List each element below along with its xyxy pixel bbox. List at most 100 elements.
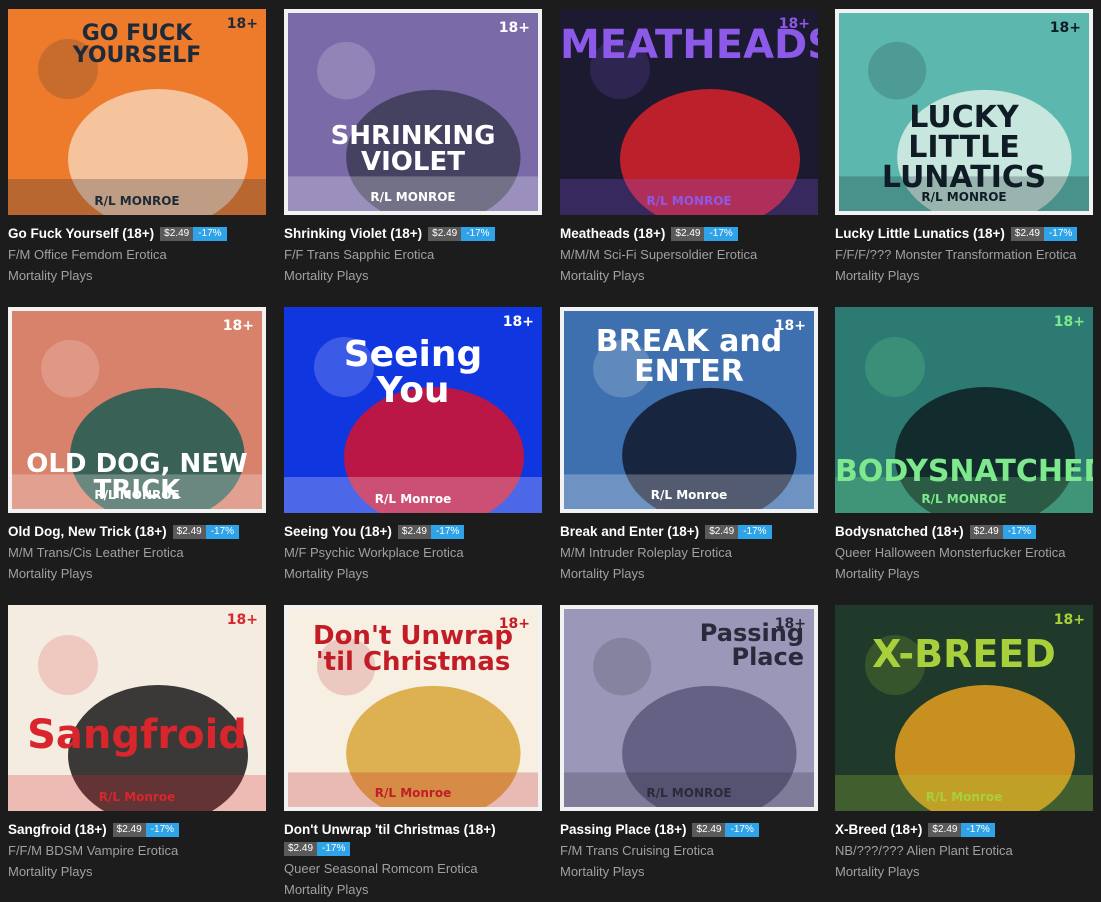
price: $2.49 bbox=[428, 227, 462, 241]
product-info: Shrinking Violet (18+) $2.49 -17% F/F Tr… bbox=[284, 226, 542, 284]
product-author[interactable]: Mortality Plays bbox=[835, 267, 1093, 284]
discount: -17% bbox=[193, 227, 227, 241]
cover-artwork bbox=[560, 39, 818, 215]
title-row: Old Dog, New Trick (18+) $2.49 -17% bbox=[8, 524, 266, 540]
product-card[interactable]: BODYSNATCHED R/L MONROE 18+ Bodysnatched (… bbox=[835, 307, 1093, 582]
product-author[interactable]: Mortality Plays bbox=[8, 863, 266, 880]
cover-image[interactable]: SHRINKING VIOLET R/L MONROE 18+ bbox=[284, 9, 542, 215]
discount: -17% bbox=[961, 823, 995, 837]
cover-image[interactable]: Sangfroid R/L Monroe 18+ bbox=[8, 605, 266, 811]
product-card[interactable]: X-BREED R/L Monroe 18+ X-Breed (18+) $2.49… bbox=[835, 605, 1093, 880]
price: $2.49 bbox=[705, 525, 739, 539]
product-title[interactable]: Seeing You (18+) bbox=[284, 524, 392, 540]
product-info: Old Dog, New Trick (18+) $2.49 -17% M/M … bbox=[8, 524, 266, 582]
title-row: Passing Place (18+) $2.49 -17% bbox=[560, 822, 818, 838]
product-info: Sangfroid (18+) $2.49 -17% F/F/M BDSM Va… bbox=[8, 822, 266, 880]
product-info: Meatheads (18+) $2.49 -17% M/M/M Sci-Fi … bbox=[560, 226, 818, 284]
price: $2.49 bbox=[172, 525, 206, 539]
product-description: F/F/F/??? Monster Transformation Erotica bbox=[835, 247, 1077, 262]
product-card[interactable]: Seeing You R/L Monroe 18+ Seeing You (18+)… bbox=[284, 307, 542, 582]
product-author[interactable]: Mortality Plays bbox=[8, 267, 266, 284]
title-row: Bodysnatched (18+) $2.49 -17% bbox=[835, 524, 1093, 540]
discount: -17% bbox=[1002, 525, 1037, 539]
product-author[interactable]: Mortality Plays bbox=[560, 863, 818, 880]
product-author[interactable]: Mortality Plays bbox=[835, 565, 1093, 582]
product-description: Queer Seasonal Romcom Erotica bbox=[284, 861, 478, 876]
cover-image[interactable]: BODYSNATCHED R/L MONROE 18+ bbox=[835, 307, 1093, 513]
cover-artwork bbox=[835, 337, 1093, 513]
price: $2.49 bbox=[692, 823, 726, 837]
product-author[interactable]: Mortality Plays bbox=[560, 267, 818, 284]
product-title[interactable]: Don't Unwrap 'til Christmas (18+) bbox=[284, 822, 496, 838]
product-author[interactable]: Mortality Plays bbox=[8, 565, 266, 582]
product-title[interactable]: Break and Enter (18+) bbox=[560, 524, 699, 540]
discount: -17% bbox=[317, 842, 351, 856]
cover-artwork bbox=[288, 41, 538, 211]
product-card[interactable]: GO FUCK YOURSELF R/L MONROE 18+ Go Fuck Yo… bbox=[8, 9, 266, 284]
product-title[interactable]: Sangfroid (18+) bbox=[8, 822, 107, 838]
cover-image[interactable]: GO FUCK YOURSELF R/L MONROE 18+ bbox=[8, 9, 266, 215]
product-title[interactable]: X-Breed (18+) bbox=[835, 822, 922, 838]
product-title[interactable]: Meatheads (18+) bbox=[560, 226, 665, 242]
product-description: F/M Trans Cruising Erotica bbox=[560, 843, 714, 858]
cover-image[interactable]: X-BREED R/L Monroe 18+ bbox=[835, 605, 1093, 811]
price: $2.49 bbox=[397, 525, 431, 539]
title-row: Meatheads (18+) $2.49 -17% bbox=[560, 226, 818, 242]
cover-image[interactable]: Seeing You R/L Monroe 18+ bbox=[284, 307, 542, 513]
price-badge: $2.49 -17% bbox=[928, 823, 995, 837]
product-card[interactable]: Passing Place R/L MONROE 18+ Passing Place… bbox=[560, 605, 818, 880]
product-card[interactable]: MEATHEADS R/L MONROE 18+ Meatheads (18+) $… bbox=[560, 9, 818, 284]
title-row: Go Fuck Yourself (18+) $2.49 -17% bbox=[8, 226, 266, 242]
price-badge: $2.49 -17% bbox=[112, 823, 180, 837]
product-description: Queer Halloween Monsterfucker Erotica bbox=[835, 545, 1066, 560]
cover-artwork bbox=[564, 339, 814, 509]
price: $2.49 bbox=[160, 227, 194, 241]
product-description: NB/???/??? Alien Plant Erotica bbox=[835, 843, 1013, 858]
product-title[interactable]: Lucky Little Lunatics (18+) bbox=[835, 226, 1005, 242]
cover-artwork bbox=[835, 635, 1093, 811]
product-info: Bodysnatched (18+) $2.49 -17% Queer Hall… bbox=[835, 524, 1093, 582]
price-badge: $2.49 -17% bbox=[284, 842, 351, 856]
title-row: Don't Unwrap 'til Christmas (18+) $2.49 … bbox=[284, 822, 542, 856]
product-card[interactable]: Sangfroid R/L Monroe 18+ Sangfroid (18+) $… bbox=[8, 605, 266, 880]
cover-image[interactable]: Don't Unwrap 'til Christmas R/L Monroe 18+ bbox=[284, 605, 542, 811]
price: $2.49 bbox=[928, 823, 962, 837]
product-card[interactable]: LUCKY LITTLE LUNATICS R/L MONROE 18+ Lucky… bbox=[835, 9, 1093, 284]
product-title[interactable]: Passing Place (18+) bbox=[560, 822, 686, 838]
discount: -17% bbox=[1043, 227, 1078, 241]
cover-artwork bbox=[288, 637, 538, 807]
discount: -17% bbox=[725, 823, 759, 837]
title-row: X-Breed (18+) $2.49 -17% bbox=[835, 822, 1093, 838]
product-card[interactable]: BREAK and ENTER R/L Monroe 18+ Break and E… bbox=[560, 307, 818, 582]
product-card[interactable]: Don't Unwrap 'til Christmas R/L Monroe 18+… bbox=[284, 605, 542, 898]
title-row: Seeing You (18+) $2.49 -17% bbox=[284, 524, 542, 540]
product-title[interactable]: Bodysnatched (18+) bbox=[835, 524, 964, 540]
product-card[interactable]: OLD DOG, NEW TRICK R/L MONROE 18+ Old Dog,… bbox=[8, 307, 266, 582]
product-author[interactable]: Mortality Plays bbox=[284, 565, 542, 582]
product-author[interactable]: Mortality Plays bbox=[284, 267, 542, 284]
product-author[interactable]: Mortality Plays bbox=[284, 881, 542, 898]
price-badge: $2.49 -17% bbox=[671, 227, 738, 241]
product-title[interactable]: Go Fuck Yourself (18+) bbox=[8, 226, 154, 242]
product-info: Passing Place (18+) $2.49 -17% F/M Trans… bbox=[560, 822, 818, 880]
cover-image[interactable]: OLD DOG, NEW TRICK R/L MONROE 18+ bbox=[8, 307, 266, 513]
cover-image[interactable]: MEATHEADS R/L MONROE 18+ bbox=[560, 9, 818, 215]
cover-image[interactable]: LUCKY LITTLE LUNATICS R/L MONROE 18+ bbox=[835, 9, 1093, 215]
product-info: Break and Enter (18+) $2.49 -17% M/M Int… bbox=[560, 524, 818, 582]
product-author[interactable]: Mortality Plays bbox=[835, 863, 1093, 880]
price-badge: $2.49 -17% bbox=[705, 525, 772, 539]
product-author[interactable]: Mortality Plays bbox=[560, 565, 818, 582]
product-title[interactable]: Shrinking Violet (18+) bbox=[284, 226, 422, 242]
product-info: Seeing You (18+) $2.49 -17% M/F Psychic … bbox=[284, 524, 542, 582]
price-badge: $2.49 -17% bbox=[428, 227, 495, 241]
discount: -17% bbox=[145, 823, 180, 837]
product-title[interactable]: Old Dog, New Trick (18+) bbox=[8, 524, 167, 540]
product-card[interactable]: SHRINKING VIOLET R/L MONROE 18+ Shrinking … bbox=[284, 9, 542, 284]
price-badge: $2.49 -17% bbox=[160, 227, 227, 241]
title-row: Break and Enter (18+) $2.49 -17% bbox=[560, 524, 818, 540]
price-badge: $2.49 -17% bbox=[172, 525, 240, 539]
price: $2.49 bbox=[1010, 227, 1044, 241]
cover-image[interactable]: BREAK and ENTER R/L Monroe 18+ bbox=[560, 307, 818, 513]
cover-image[interactable]: Passing Place R/L MONROE 18+ bbox=[560, 605, 818, 811]
price-badge: $2.49 -17% bbox=[692, 823, 759, 837]
